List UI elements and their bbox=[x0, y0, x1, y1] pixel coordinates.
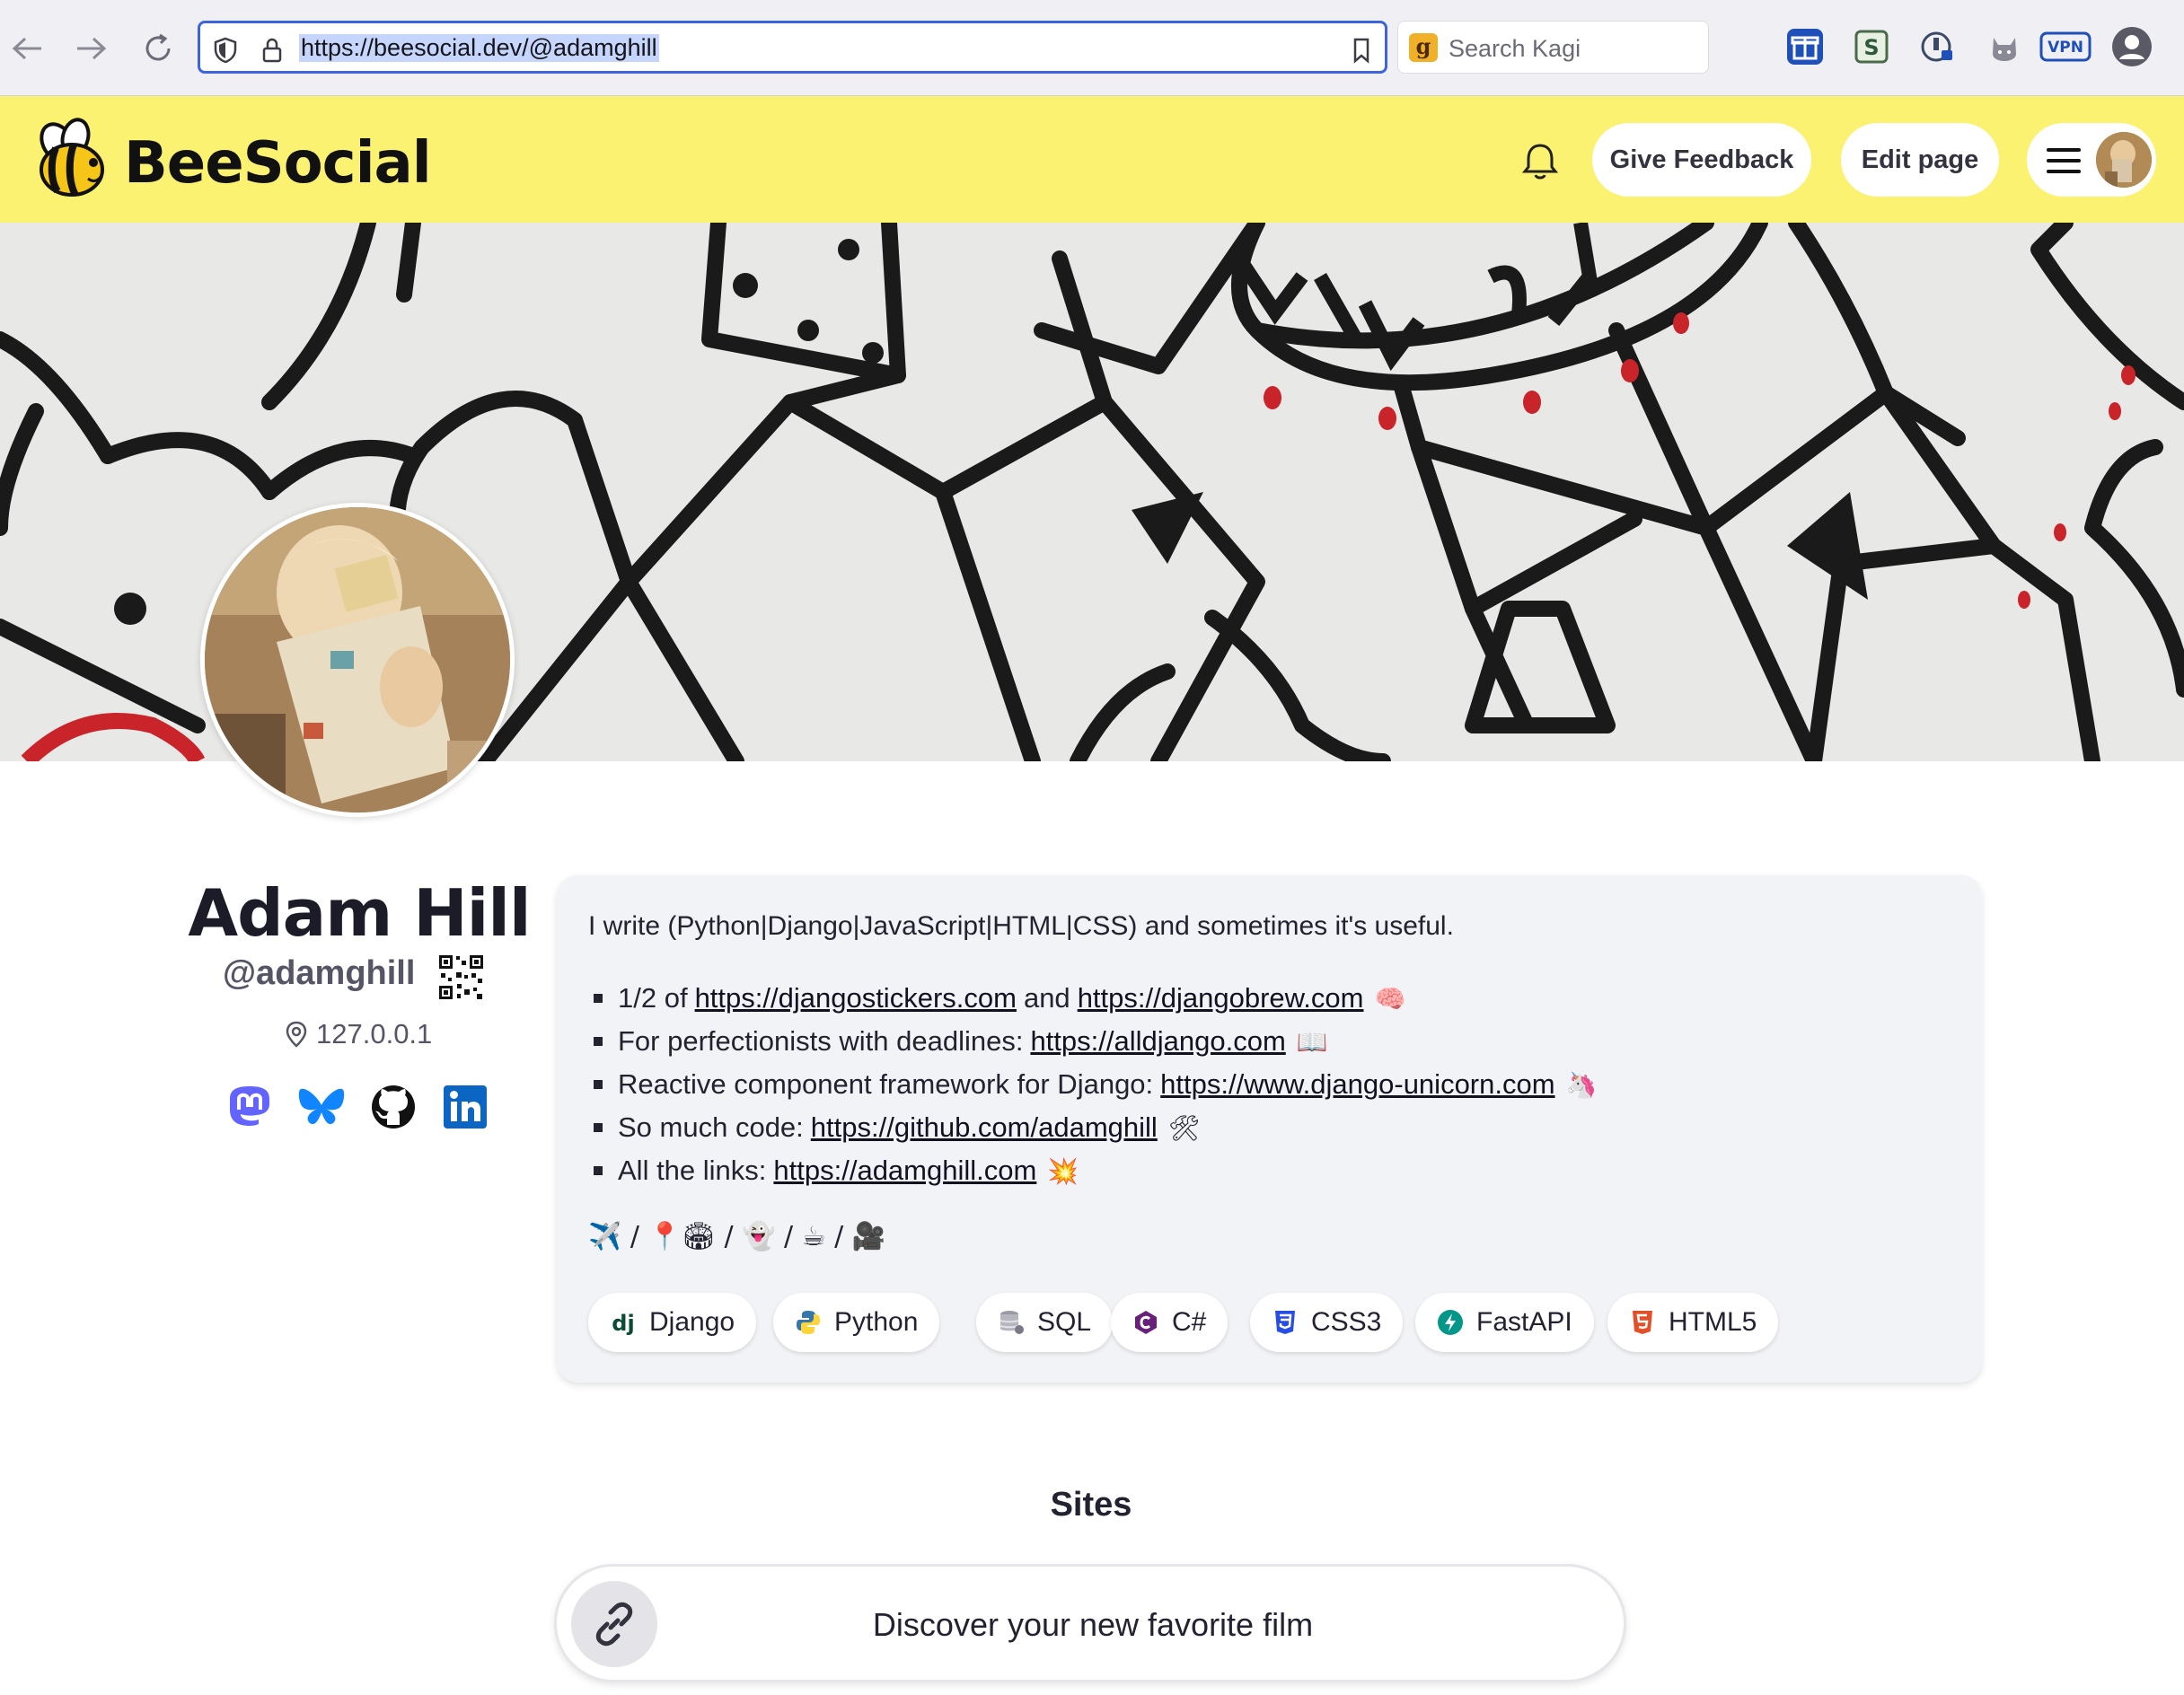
cat-extension-icon[interactable] bbox=[1983, 25, 2026, 68]
tag-python[interactable]: Python bbox=[773, 1293, 940, 1352]
bullet bbox=[594, 1080, 603, 1089]
search-placeholder: Search Kagi bbox=[1449, 35, 1581, 62]
tag-sql[interactable]: SQL bbox=[976, 1293, 1114, 1352]
link-djangostickers[interactable]: https://djangostickers.com bbox=[695, 982, 1017, 1014]
site-link-button[interactable]: Discover your new favorite film bbox=[554, 1564, 1626, 1682]
link-alldjango[interactable]: https://alldjango.com bbox=[1030, 1025, 1285, 1058]
kagi-logo-icon: g bbox=[1409, 33, 1438, 62]
link-django-unicorn[interactable]: https://www.django-unicorn.com bbox=[1160, 1068, 1554, 1101]
account-icon[interactable] bbox=[2110, 25, 2153, 68]
link-djangobrew[interactable]: https://djangobrew.com bbox=[1078, 982, 1364, 1014]
user-menu-button[interactable] bbox=[2027, 123, 2156, 197]
profile-name: Adam Hill bbox=[188, 875, 531, 951]
list-item: So much code: https://github.com/adamghi… bbox=[588, 1106, 1597, 1149]
back-button[interactable] bbox=[4, 25, 50, 72]
url-bar[interactable]: https://beesocial.dev/@adamghill bbox=[198, 21, 1387, 74]
shield-icon[interactable] bbox=[213, 37, 238, 64]
url-text[interactable]: https://beesocial.dev/@adamghill bbox=[299, 34, 659, 62]
list-item: Reactive component framework for Django:… bbox=[588, 1063, 1597, 1106]
qr-code-icon[interactable] bbox=[437, 953, 485, 1001]
site-link-label: Discover your new favorite film bbox=[872, 1606, 1314, 1643]
location-text: 127.0.0.1 bbox=[316, 1018, 433, 1049]
lock-icon[interactable] bbox=[261, 37, 283, 64]
html5-icon bbox=[1629, 1309, 1656, 1336]
bullet bbox=[594, 1166, 603, 1175]
edit-page-button[interactable]: Edit page bbox=[1841, 123, 1999, 197]
bio-card: I write (Python|Django|JavaScript|HTML|C… bbox=[557, 875, 1982, 1383]
search-bar[interactable]: g Search Kagi bbox=[1397, 21, 1709, 74]
css3-icon bbox=[1272, 1309, 1299, 1336]
link-adamghill[interactable]: https://adamghill.com bbox=[773, 1155, 1036, 1187]
profile-location: 127.0.0.1 bbox=[286, 1018, 432, 1050]
site-header: BeeSocial Give Feedback Edit page bbox=[0, 96, 2184, 223]
collision-emoji: 💥 bbox=[1047, 1155, 1079, 1186]
profile-avatar bbox=[200, 503, 515, 817]
tag-fastapi[interactable]: FastAPI bbox=[1415, 1293, 1594, 1352]
map-pin-icon bbox=[286, 1021, 307, 1048]
site-logo-text[interactable]: BeeSocial bbox=[124, 130, 432, 197]
bell-icon[interactable] bbox=[1518, 138, 1563, 183]
bio-intro: I write (Python|Django|JavaScript|HTML|C… bbox=[588, 911, 1454, 941]
link-github[interactable]: https://github.com/adamghill bbox=[811, 1111, 1158, 1144]
bullet bbox=[594, 1123, 603, 1132]
tools-emoji: 🛠 bbox=[1167, 1112, 1201, 1143]
fastapi-icon bbox=[1437, 1309, 1464, 1336]
database-icon bbox=[998, 1309, 1025, 1336]
bullet bbox=[594, 994, 603, 1003]
bio-list: 1/2 of https://djangostickers.com and ht… bbox=[588, 977, 1597, 1192]
browser-toolbar: https://beesocial.dev/@adamghill g Searc… bbox=[0, 0, 2184, 96]
svg-text:dj: dj bbox=[612, 1311, 634, 1336]
password-manager-icon[interactable] bbox=[1916, 25, 1959, 68]
back-arrow-icon bbox=[12, 37, 41, 60]
bookmark-icon[interactable] bbox=[1352, 37, 1371, 64]
tag-csharp[interactable]: C# bbox=[1111, 1293, 1228, 1352]
svg-text:S: S bbox=[1863, 35, 1879, 60]
list-item: All the links: https://adamghill.com 💥 bbox=[588, 1149, 1597, 1192]
bullet bbox=[594, 1037, 603, 1046]
linkedin-icon[interactable] bbox=[440, 1082, 490, 1132]
hamburger-icon bbox=[2047, 148, 2081, 173]
gift-extension-icon[interactable] bbox=[1783, 25, 1827, 68]
unicorn-emoji: 🦄 bbox=[1565, 1069, 1598, 1100]
s-extension-icon[interactable]: S bbox=[1850, 25, 1893, 68]
forward-arrow-icon bbox=[77, 37, 107, 60]
forward-button[interactable] bbox=[68, 25, 115, 72]
sites-heading: Sites bbox=[1050, 1486, 1132, 1524]
django-icon: dj bbox=[610, 1309, 637, 1336]
bee-logo-icon[interactable] bbox=[27, 114, 117, 204]
tag-django[interactable]: dj Django bbox=[588, 1293, 757, 1352]
profile-handle[interactable]: @adamghill bbox=[223, 954, 415, 993]
book-emoji: 📖 bbox=[1296, 1026, 1328, 1057]
give-feedback-button[interactable]: Give Feedback bbox=[1592, 123, 1811, 197]
python-icon bbox=[795, 1309, 822, 1336]
list-item: 1/2 of https://djangostickers.com and ht… bbox=[588, 977, 1597, 1020]
reload-icon bbox=[145, 33, 171, 61]
tag-html5[interactable]: HTML5 bbox=[1607, 1293, 1779, 1352]
tag-css3[interactable]: CSS3 bbox=[1250, 1293, 1404, 1352]
mastodon-icon[interactable] bbox=[225, 1082, 275, 1132]
bluesky-icon[interactable] bbox=[296, 1082, 347, 1132]
list-item: For perfectionists with deadlines: https… bbox=[588, 1020, 1597, 1063]
csharp-icon bbox=[1132, 1309, 1159, 1336]
svg-text:VPN: VPN bbox=[2048, 39, 2083, 57]
emoji-line: ✈️ / 📍🏟 / 👻 / ☕ / 🎥 bbox=[588, 1221, 886, 1252]
reload-button[interactable] bbox=[135, 25, 181, 72]
github-icon[interactable] bbox=[368, 1082, 418, 1132]
brain-emoji: 🧠 bbox=[1374, 983, 1406, 1014]
vpn-extension-icon[interactable]: VPN bbox=[2039, 25, 2092, 68]
user-avatar bbox=[2096, 132, 2152, 188]
